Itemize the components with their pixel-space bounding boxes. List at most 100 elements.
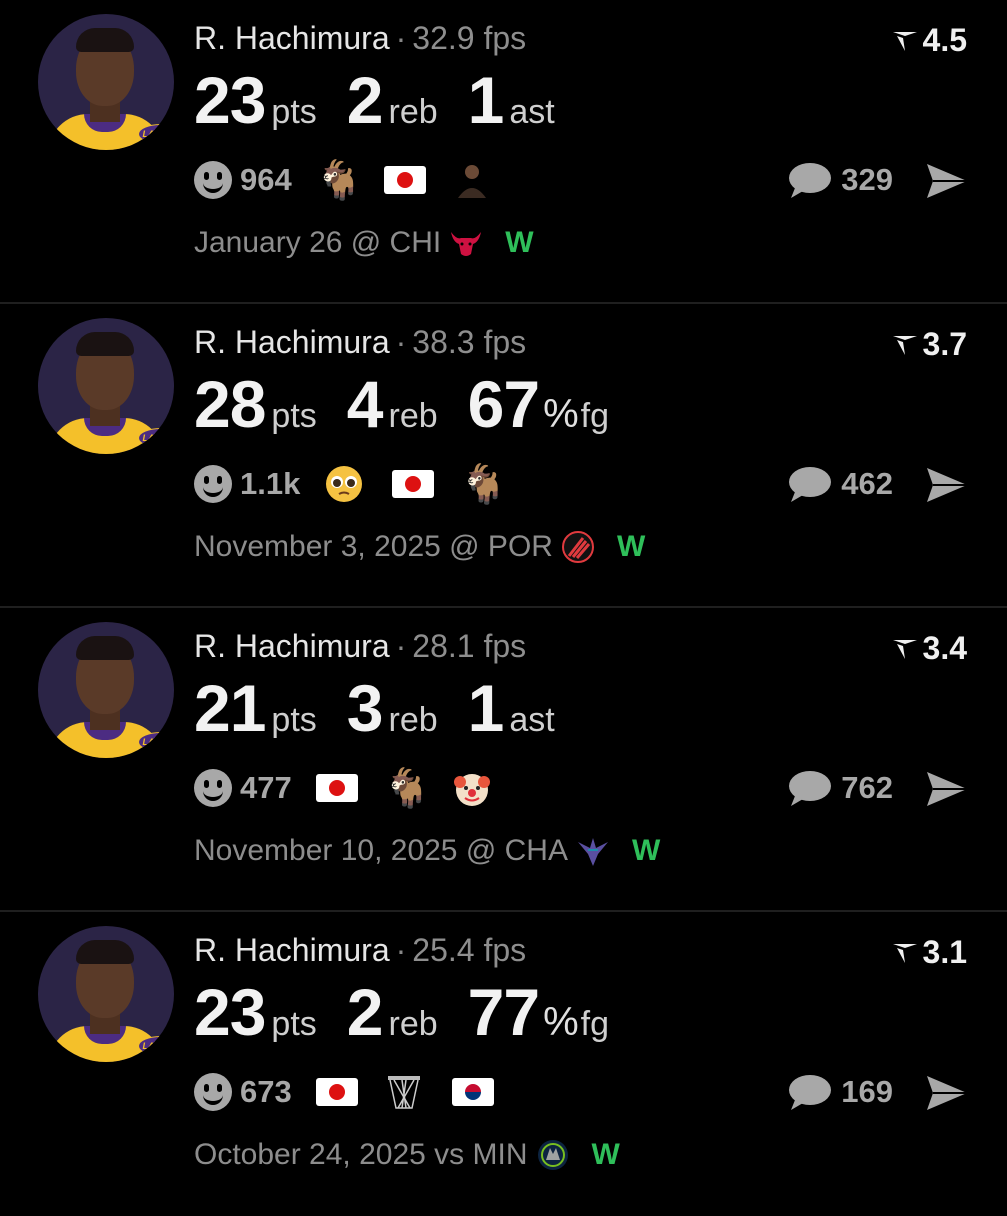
- japan-flag-icon[interactable]: [315, 1072, 358, 1112]
- fantasy-points: 28.1 fps: [412, 628, 527, 664]
- stat-card[interactable]: LAKERS R. Hachimura·32.9 fps 4.5 23pts 2…: [0, 0, 1007, 304]
- game-info[interactable]: October 24, 2025 vs MIN W: [194, 1138, 620, 1172]
- south-korea-flag-icon[interactable]: [451, 1072, 494, 1112]
- player-name: R. Hachimura: [194, 628, 390, 664]
- goat-icon[interactable]: 🐐: [460, 464, 507, 504]
- game-info[interactable]: November 10, 2025 @ CHA W: [194, 834, 660, 868]
- avatar[interactable]: LAKERS: [38, 622, 174, 758]
- reaction-count: 477: [240, 770, 292, 805]
- stat-fg-value: 67: [467, 367, 540, 441]
- share-icon[interactable]: [925, 162, 969, 200]
- stat-points-value: 21: [194, 671, 266, 745]
- person-icon[interactable]: [452, 160, 492, 200]
- reactions-row[interactable]: 477 🐐: [194, 766, 520, 810]
- stat-points-value: 23: [194, 63, 266, 137]
- share-icon[interactable]: [925, 1074, 969, 1112]
- player-title[interactable]: R. Hachimura · 38.3 fps: [194, 324, 526, 361]
- game-info[interactable]: January 26 @ CHI W: [194, 226, 534, 260]
- rating-value: 3.7: [922, 326, 967, 362]
- stat-rebounds-unit: reb: [388, 701, 438, 739]
- game-result: W: [616, 530, 646, 563]
- goat-icon[interactable]: 🐐: [384, 768, 431, 808]
- reaction-count: 1.1k: [240, 466, 301, 501]
- stat-line: 21 pts 3 reb 1 ast: [194, 670, 585, 746]
- rating: 3.7: [891, 326, 967, 363]
- share-icon[interactable]: [925, 770, 969, 808]
- stat-rebounds-value: 4: [346, 367, 384, 441]
- stat-rebounds-value: 2: [346, 63, 384, 137]
- pleading-face-icon[interactable]: [324, 464, 364, 504]
- reactions-row[interactable]: 964 🐐: [194, 158, 520, 202]
- stat-fg-unit: fg: [580, 1005, 609, 1043]
- game-info[interactable]: November 3, 2025 @ POR W: [194, 530, 645, 564]
- stat-assists-unit: ast: [509, 701, 555, 739]
- stat-points-unit: pts: [271, 93, 317, 131]
- basketball-net-icon[interactable]: [384, 1072, 424, 1112]
- title-separator: ·: [395, 324, 407, 360]
- player-title[interactable]: R. Hachimura · 25.4 fps: [194, 932, 526, 969]
- stat-assists-unit: ast: [509, 93, 555, 131]
- stat-fg-unit: fg: [580, 397, 609, 435]
- reaction-count: 673: [240, 1074, 292, 1109]
- game-date-opponent: January 26 @ CHI: [194, 226, 442, 259]
- stat-card[interactable]: LAKERS R. Hachimura·28.1 fps 3.4 21pts 3…: [0, 608, 1007, 912]
- comments-button[interactable]: 169: [787, 1072, 893, 1112]
- comments-button[interactable]: 329: [787, 160, 893, 200]
- game-result: W: [591, 1138, 620, 1171]
- reactions-row[interactable]: 1.1k 🐐: [194, 462, 528, 506]
- smiley-icon[interactable]: [194, 465, 232, 503]
- reactions-row[interactable]: 673: [194, 1070, 520, 1114]
- rating-icon: [892, 31, 917, 51]
- fantasy-points: 32.9 fps: [412, 20, 527, 56]
- title-separator: ·: [395, 20, 407, 56]
- smiley-icon[interactable]: [194, 161, 232, 199]
- rating-icon: [892, 335, 917, 355]
- timberwolves-logo: [536, 1138, 570, 1172]
- avatar[interactable]: LAKERS: [38, 318, 174, 454]
- comments-button[interactable]: 762: [787, 768, 893, 808]
- goat-icon[interactable]: 🐐: [316, 160, 363, 200]
- stat-card[interactable]: LAKERS R. Hachimura·38.3 fps 3.7 28pts 4…: [0, 304, 1007, 608]
- comment-count: 329: [841, 162, 893, 197]
- stat-fg-percent: %: [543, 1000, 579, 1044]
- rating-icon: [892, 639, 917, 659]
- japan-flag-icon[interactable]: [315, 768, 358, 808]
- stat-line: 28 pts 4 reb 67% fg: [194, 366, 639, 442]
- clown-face-icon[interactable]: [452, 768, 492, 808]
- stat-points-value: 23: [194, 975, 266, 1049]
- share-icon[interactable]: [925, 466, 969, 504]
- comment-count: 169: [841, 1074, 893, 1109]
- comments-button[interactable]: 462: [787, 464, 893, 504]
- stat-line: 23 pts 2 reb 1 ast: [194, 62, 585, 138]
- stat-line: 23 pts 2 reb 77% fg: [194, 974, 639, 1050]
- smiley-icon[interactable]: [194, 769, 232, 807]
- comment-bubble-icon: [789, 1075, 832, 1110]
- japan-flag-icon[interactable]: [392, 464, 435, 504]
- player-name: R. Hachimura: [194, 932, 390, 968]
- blazers-logo: [561, 530, 595, 564]
- player-title[interactable]: R. Hachimura · 32.9 fps: [194, 20, 526, 57]
- stat-points-value: 28: [194, 367, 266, 441]
- smiley-icon[interactable]: [194, 1073, 232, 1111]
- rating-value: 4.5: [922, 22, 967, 58]
- stat-points-unit: pts: [271, 701, 317, 739]
- stat-card[interactable]: LAKERS R. Hachimura·25.4 fps 3.1 23pts 2…: [0, 912, 1007, 1216]
- avatar[interactable]: LAKERS: [38, 14, 174, 150]
- stat-fg-percent: %: [543, 392, 579, 436]
- game-date-opponent: November 3, 2025 @ POR: [194, 530, 553, 563]
- fantasy-points: 38.3 fps: [412, 324, 527, 360]
- title-separator: ·: [395, 932, 407, 968]
- rating: 4.5: [891, 22, 967, 59]
- stat-rebounds-unit: reb: [388, 93, 438, 131]
- player-name: R. Hachimura: [194, 20, 390, 56]
- rating-icon: [892, 943, 917, 963]
- stat-points-unit: pts: [271, 1005, 317, 1043]
- stat-assists-value: 1: [467, 63, 505, 137]
- player-title[interactable]: R. Hachimura · 28.1 fps: [194, 628, 526, 665]
- japan-flag-icon[interactable]: [383, 160, 426, 200]
- game-date-opponent: November 10, 2025 @ CHA: [194, 834, 568, 867]
- title-separator: ·: [395, 628, 407, 664]
- stat-points-unit: pts: [271, 397, 317, 435]
- comment-count: 462: [841, 466, 893, 501]
- avatar[interactable]: LAKERS: [38, 926, 174, 1062]
